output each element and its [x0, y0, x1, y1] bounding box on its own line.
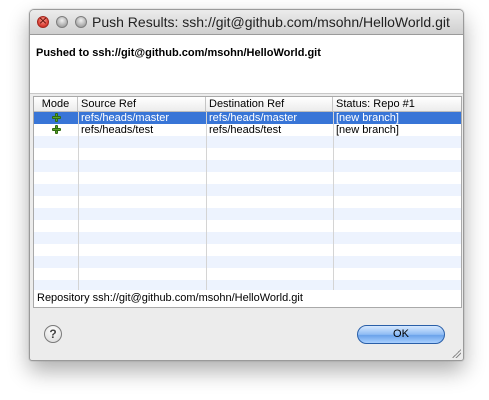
- close-window-button[interactable]: [37, 14, 49, 28]
- empty-row: [34, 136, 461, 148]
- mode-cell: [34, 112, 78, 124]
- repository-info: Repository ssh://git@github.com/msohn/He…: [33, 290, 462, 308]
- table-body: refs/heads/master refs/heads/master [new…: [34, 112, 461, 291]
- column-divider: [78, 112, 79, 291]
- repository-label: Repository ssh://git@github.com/msohn/He…: [37, 292, 303, 304]
- empty-row: [34, 268, 461, 280]
- question-mark-icon[interactable]: ?: [44, 325, 62, 343]
- empty-row: [34, 232, 461, 244]
- push-results-dialog: Push Results: ssh://git@github.com/msohn…: [29, 9, 464, 361]
- empty-row: [34, 244, 461, 256]
- empty-row: [34, 160, 461, 172]
- window-title: Push Results: ssh://git@github.com/msohn…: [92, 14, 450, 30]
- empty-row: [34, 172, 461, 184]
- title-bar[interactable]: Push Results: ssh://git@github.com/msohn…: [30, 10, 463, 35]
- destination-ref-cell: refs/heads/master: [209, 112, 298, 124]
- source-ref-cell: refs/heads/test: [81, 124, 154, 136]
- column-divider: [206, 112, 207, 291]
- source-ref-cell: refs/heads/master: [81, 112, 170, 124]
- table-header: Mode Source Ref Destination Ref Status: …: [34, 97, 461, 112]
- empty-row: [34, 148, 461, 160]
- plus-icon: [51, 113, 61, 122]
- empty-row: [34, 196, 461, 208]
- minimize-window-button[interactable]: [56, 16, 68, 28]
- empty-row: [34, 220, 461, 232]
- table-row[interactable]: refs/heads/test refs/heads/test [new bra…: [34, 124, 461, 136]
- empty-row: [34, 256, 461, 268]
- column-header-status[interactable]: Status: Repo #1: [333, 97, 461, 111]
- resize-grip-icon[interactable]: [451, 348, 461, 358]
- column-header-mode[interactable]: Mode: [34, 97, 78, 111]
- destination-ref-cell: refs/heads/test: [209, 124, 282, 136]
- plus-icon: [51, 125, 61, 134]
- status-cell: [new branch]: [336, 124, 399, 136]
- column-header-source-ref[interactable]: Source Ref: [78, 97, 206, 111]
- push-message: Pushed to ssh://git@github.com/msohn/Hel…: [36, 47, 321, 59]
- empty-row: [34, 208, 461, 220]
- empty-row: [34, 184, 461, 196]
- table-row[interactable]: refs/heads/master refs/heads/master [new…: [34, 112, 461, 124]
- ok-button[interactable]: OK: [357, 325, 445, 344]
- status-cell: [new branch]: [336, 112, 399, 124]
- push-results-table[interactable]: Mode Source Ref Destination Ref Status: …: [33, 96, 462, 292]
- column-divider: [333, 112, 334, 291]
- column-header-destination-ref[interactable]: Destination Ref: [206, 97, 333, 111]
- mode-cell: [34, 124, 78, 136]
- message-area: Pushed to ssh://git@github.com/msohn/Hel…: [30, 35, 463, 94]
- zoom-window-button[interactable]: [75, 16, 87, 28]
